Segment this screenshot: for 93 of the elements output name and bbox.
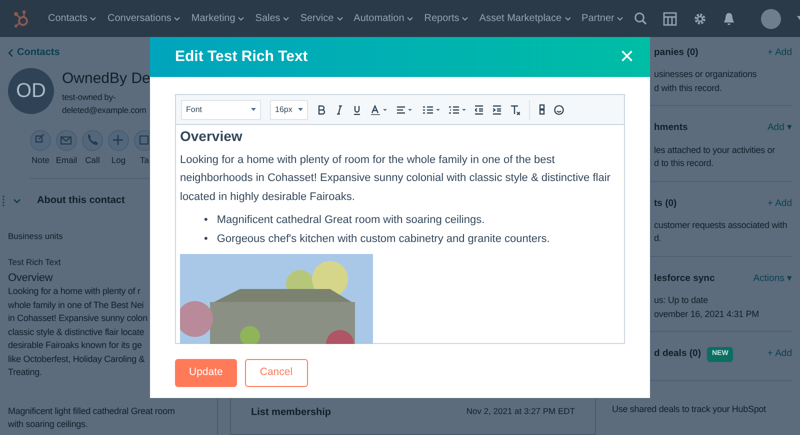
section-text: d to this record. <box>654 157 714 170</box>
caret-icon <box>174 16 180 20</box>
cancel-button[interactable]: Cancel <box>244 359 308 387</box>
field-value: Magnificent light filled cathedral Great room <box>8 404 175 418</box>
chevron-left-icon <box>8 48 13 56</box>
caret-icon <box>336 16 343 20</box>
clear-format-icon[interactable] <box>511 104 520 114</box>
field-value: Treating. <box>8 366 42 380</box>
font-size-dropdown[interactable]: 16px <box>270 100 308 120</box>
indent-icon[interactable] <box>493 104 502 114</box>
update-button[interactable]: Update <box>175 359 237 387</box>
caret-icon <box>90 16 96 20</box>
field-value: Overview <box>8 272 53 286</box>
action-label: Log <box>111 154 126 166</box>
field-value: in Cohasset! Expansive sunny colon <box>8 312 148 326</box>
section-title[interactable]: hments <box>654 121 688 136</box>
nav-menu-item[interactable]: Service <box>300 11 334 26</box>
add-link[interactable]: Actions ▾ <box>753 272 792 286</box>
field-value: Looking for a home with plenty of r <box>8 285 140 298</box>
card-title: List membership <box>251 406 332 420</box>
field-value: classic style & distinctive flair locate <box>8 326 144 339</box>
bullet-marker: • <box>204 232 208 247</box>
caret-icon <box>298 108 303 111</box>
underline-icon[interactable] <box>353 104 362 114</box>
section-text: ovember 16, 2021 4:31 PM <box>654 308 760 320</box>
contact-email: test-owned by- <box>62 90 116 104</box>
bold-icon[interactable] <box>317 104 326 114</box>
nav-menu-item[interactable]: Conversations <box>107 11 172 26</box>
field-label: Business units <box>8 230 63 243</box>
nav-menu-item[interactable]: Automation <box>354 11 404 26</box>
section-title[interactable]: panies (0) <box>654 46 698 60</box>
dialog-title: Edit Test Rich Text <box>175 46 308 67</box>
card-date: Nov 2, 2021 at 3:27 PM EDT <box>466 405 575 418</box>
nav-menu-item[interactable]: Contacts <box>48 11 88 26</box>
field-value: desirable Fairoaks known for its ge <box>8 339 142 352</box>
bullet-item: Magnificent cathedral Great room with soaring ceilings. <box>216 213 485 228</box>
rich-text-editor[interactable] <box>175 94 625 344</box>
font-dropdown[interactable]: Font <box>181 100 261 120</box>
action-label: Note <box>32 154 50 166</box>
nav-menu-item[interactable]: Asset Marketplace <box>479 11 562 26</box>
caret-icon <box>238 16 244 20</box>
outdent-icon[interactable] <box>475 104 484 114</box>
emoji-icon[interactable] <box>554 104 564 114</box>
contact-name: OwnedBy De <box>62 69 150 89</box>
field-value: with soaring ceilings. <box>8 418 88 432</box>
align-icon[interactable] <box>397 104 414 114</box>
back-link[interactable]: Contacts <box>17 45 60 60</box>
bullet-item: Gorgeous chef's kitchen with custom cabinetry and granite counters. <box>216 232 550 247</box>
text-color-icon[interactable] <box>371 104 388 114</box>
italic-icon[interactable] <box>335 104 344 114</box>
add-link[interactable]: + Add <box>767 46 792 60</box>
caret-icon <box>251 108 256 111</box>
close-button[interactable]: × <box>620 45 634 69</box>
section-title[interactable]: ts (0) <box>654 196 677 211</box>
add-link[interactable]: + Add <box>767 347 792 362</box>
caret-icon <box>283 16 290 20</box>
section-text: les attached to your activities or <box>654 144 776 157</box>
content-heading: Overview <box>180 128 244 145</box>
settings-icon[interactable] <box>693 12 708 26</box>
bullet-marker: • <box>204 213 208 228</box>
field-value: whole family in one of The Best Nei <box>8 298 144 312</box>
field-label: Test Rich Text <box>8 256 61 269</box>
section-text: usinesses or organizations <box>654 68 758 82</box>
nav-menu-item[interactable]: Marketing <box>191 11 236 26</box>
bell-icon[interactable] <box>723 12 736 26</box>
nav-menu-item[interactable]: Reports <box>424 11 460 26</box>
section-text: d. <box>654 232 662 246</box>
caret-icon <box>617 16 624 20</box>
add-link[interactable]: Add ▾ <box>767 121 792 136</box>
section-title[interactable]: About this contact <box>37 193 125 208</box>
section-title[interactable]: lesforce sync <box>654 272 715 286</box>
user-avatar[interactable] <box>761 8 782 28</box>
bullet-list-icon[interactable] <box>423 104 440 114</box>
action-label: Call <box>85 154 100 166</box>
section-text: customer requests associated with <box>654 218 788 232</box>
action-label: Ta <box>140 154 149 166</box>
section-text: Use shared deals to track your HubSpot <box>612 402 767 416</box>
numbered-list-icon[interactable] <box>449 104 466 114</box>
action-label: Email <box>56 154 78 166</box>
contact-avatar: OD <box>8 68 54 114</box>
contact-email: deleted@example.com <box>62 104 146 117</box>
caret-icon <box>407 16 414 20</box>
caret-icon <box>462 16 468 20</box>
nav-menu-item[interactable]: Sales <box>255 11 280 26</box>
section-text: d with this record. <box>654 82 723 95</box>
section-title[interactable]: d deals (0) <box>654 347 701 362</box>
caret-icon <box>564 16 571 20</box>
content-paragraph: Looking for a home with plenty of room for the whole family in one of the best neighborhoods in Cohasset! Expansive sunny colonial with classic style & distinctive flair located in highly desirable Fairoaks. <box>180 152 612 205</box>
search-icon[interactable] <box>634 12 648 25</box>
field-value: like Octoberfest, Holiday Caroling & <box>8 352 145 366</box>
add-link[interactable]: + Add <box>767 196 792 211</box>
nav-menu-item[interactable]: Partner <box>582 11 614 26</box>
section-text: us: Up to date <box>654 294 709 307</box>
